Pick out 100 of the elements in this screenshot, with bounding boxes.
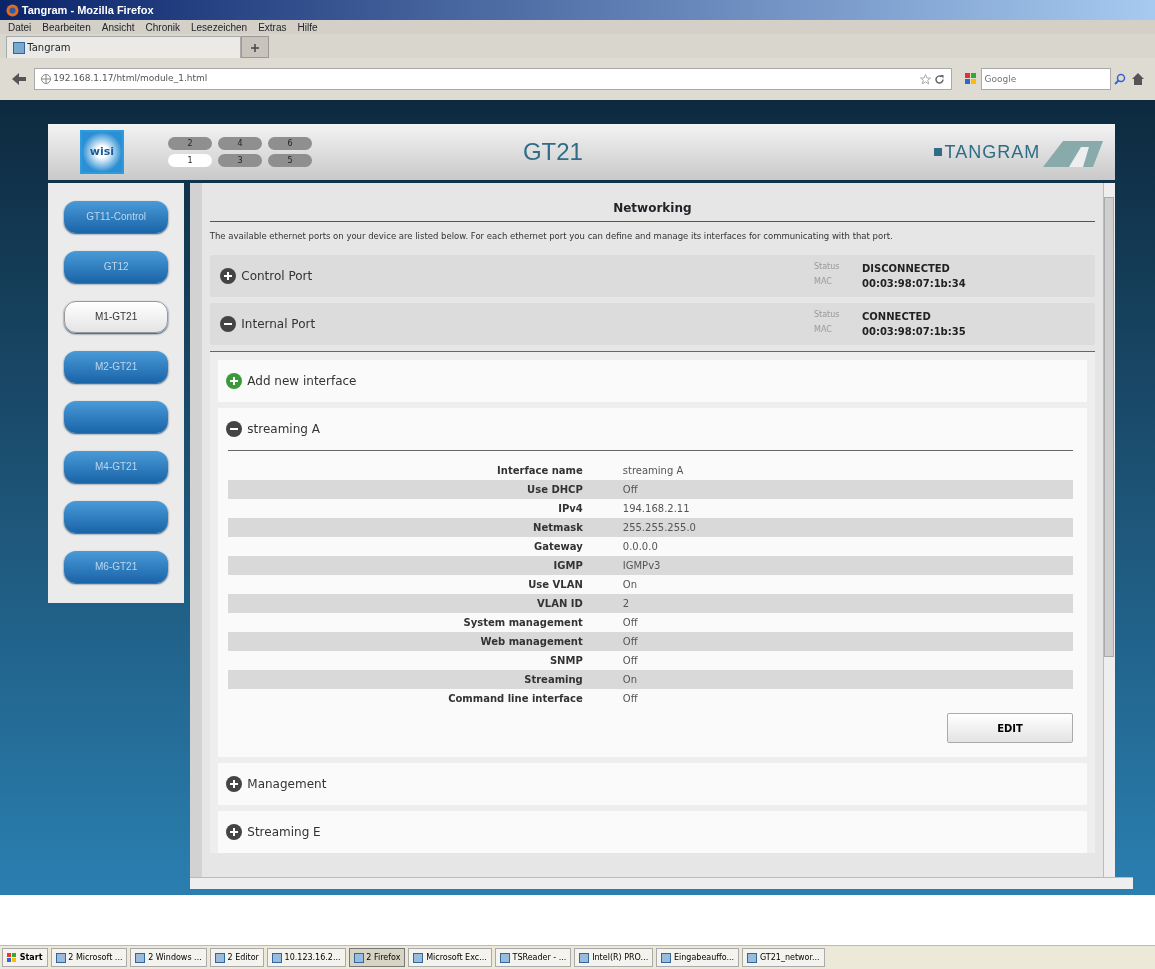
field-label: Use DHCP [526, 482, 584, 497]
logo: wisi [80, 130, 124, 174]
menu-item[interactable]: Hilfe [297, 19, 318, 35]
taskbar-button[interactable]: 2 Editor [209, 948, 264, 967]
taskbar-button[interactable]: 2 Microsoft ... [50, 948, 128, 967]
globe-icon [40, 74, 51, 84]
field-value: Off [622, 653, 638, 668]
window-icon [353, 952, 364, 963]
window-title: Tangram - Mozilla Firefox [21, 2, 154, 18]
device-title: GT21 [522, 137, 583, 167]
mac-label: MAC [814, 275, 833, 288]
firefox-icon [6, 3, 19, 17]
plus-circle-icon[interactable] [225, 776, 242, 792]
description-text: The available ethernet ports on your device are listed below. For each ethernet port you can define and manage its interfaces for communicating with that port. [209, 229, 894, 243]
field-label: Streaming [523, 672, 584, 687]
home-icon[interactable] [1131, 72, 1145, 86]
interface-name: Management [247, 776, 327, 793]
add-interface-link[interactable]: Add new interface [247, 371, 357, 390]
field-label: Gateway [533, 539, 584, 554]
window-icon [271, 952, 282, 963]
field-label: IPv4 [557, 501, 584, 516]
address-field[interactable]: 192.168.1.17/html/module_1.html [33, 68, 952, 90]
field-label: Interface name [496, 463, 584, 478]
new-tab-button[interactable] [240, 36, 269, 58]
interface-row[interactable]: streaming A [217, 407, 1087, 450]
menu-item[interactable]: Datei [8, 19, 32, 35]
brand-square-icon [933, 148, 942, 156]
vertical-scrollbar[interactable] [1103, 182, 1115, 877]
menu-item[interactable]: Chronik [145, 19, 180, 35]
plus-circle-icon[interactable] [219, 267, 236, 284]
unit-button[interactable]: 2 [168, 137, 212, 150]
sidebar-button[interactable]: M1-GT21 [64, 300, 169, 333]
taskbar-button[interactable]: Intel(R) PRO... [574, 948, 654, 967]
minus-circle-icon[interactable] [225, 420, 242, 437]
taskbar-button[interactable]: Eingabeauffo... [656, 948, 740, 967]
taskbar-button[interactable]: Microsoft Exc... [408, 948, 492, 967]
field-value: On [622, 577, 637, 592]
field-value: Off [622, 482, 638, 497]
port-row[interactable]: Internal Port Status CONNECTED MAC 00:03:98:07:1b:35 [209, 302, 1095, 345]
sidebar-button[interactable] [64, 500, 169, 533]
taskbar-button[interactable]: 2 Firefox [348, 948, 406, 967]
reload-icon[interactable] [934, 73, 945, 85]
browser-tab[interactable]: Tangram [5, 36, 241, 58]
plus-circle-icon[interactable] [225, 824, 242, 840]
field-label: Use VLAN [527, 577, 584, 592]
taskbar-button[interactable]: 2 Windows ... [130, 948, 207, 967]
star-icon[interactable] [920, 73, 932, 85]
field-value: On [622, 672, 637, 687]
page-icon [12, 41, 25, 54]
unit-button[interactable]: 1 [168, 154, 212, 167]
port-name: Internal Port [241, 315, 317, 333]
field-value: IGMPv3 [622, 558, 661, 573]
field-label: IGMP [552, 558, 584, 573]
search-engine-icon[interactable] [964, 72, 978, 86]
back-arrow-icon[interactable] [10, 70, 28, 88]
interface-row[interactable]: Streaming E [217, 811, 1087, 853]
menu-item[interactable]: Lesezeichen [191, 19, 248, 35]
unit-button[interactable]: 5 [268, 154, 312, 167]
interface-row[interactable]: Add new interface [217, 359, 1087, 402]
menu-item[interactable]: Ansicht [101, 19, 135, 35]
plus-icon [249, 43, 260, 53]
interface-name: Streaming E [247, 824, 321, 841]
mac-label: MAC [814, 323, 833, 336]
tab-label: Tangram [27, 41, 71, 55]
field-value: Off [622, 691, 638, 706]
taskbar-button[interactable]: TSReader - ... [494, 948, 572, 967]
unit-button[interactable]: 6 [268, 137, 312, 150]
window-icon [499, 952, 510, 963]
port-name: Control Port [241, 267, 314, 285]
menu-item[interactable]: Extras [258, 19, 287, 35]
search-field[interactable]: Google [980, 68, 1111, 90]
field-value: streaming A [622, 463, 684, 478]
window-icon [55, 952, 66, 963]
section-title: Networking [209, 192, 1095, 222]
url-text: 192.168.1.17/html/module_1.html [53, 72, 209, 86]
window-icon [135, 952, 146, 963]
taskbar-button[interactable]: 10.123.16.2... [266, 948, 346, 967]
brand-name: TANGRAM [944, 140, 1041, 164]
taskbar-button[interactable]: GT21_networ... [742, 948, 825, 967]
interface-row[interactable]: Management [217, 763, 1087, 805]
unit-button[interactable]: 3 [218, 154, 262, 167]
window-icon [579, 952, 590, 963]
window-icon [214, 952, 225, 963]
field-label: Command line interface [447, 691, 584, 706]
status-value: DISCONNECTED [862, 261, 951, 276]
port-row[interactable]: Control Port Status DISCONNECTED MAC 00:03:98:07:1b:34 [209, 254, 1095, 297]
menu-item[interactable]: Bearbeiten [42, 19, 91, 35]
field-value: 255.255.255.0 [622, 520, 696, 535]
field-label: Web management [479, 634, 584, 649]
unit-button[interactable]: 4 [218, 137, 262, 150]
field-value: Off [622, 615, 638, 630]
scroll-thumb[interactable] [1104, 196, 1114, 657]
status-value: CONNECTED [862, 309, 932, 324]
edit-button[interactable]: EDIT [947, 713, 1073, 743]
start-button[interactable]: Start [2, 948, 48, 967]
minus-circle-icon[interactable] [219, 315, 236, 332]
window-icon [413, 952, 424, 963]
status-label: Status [814, 260, 841, 273]
search-icon[interactable] [1113, 73, 1126, 85]
sidebar-button[interactable] [64, 400, 169, 433]
